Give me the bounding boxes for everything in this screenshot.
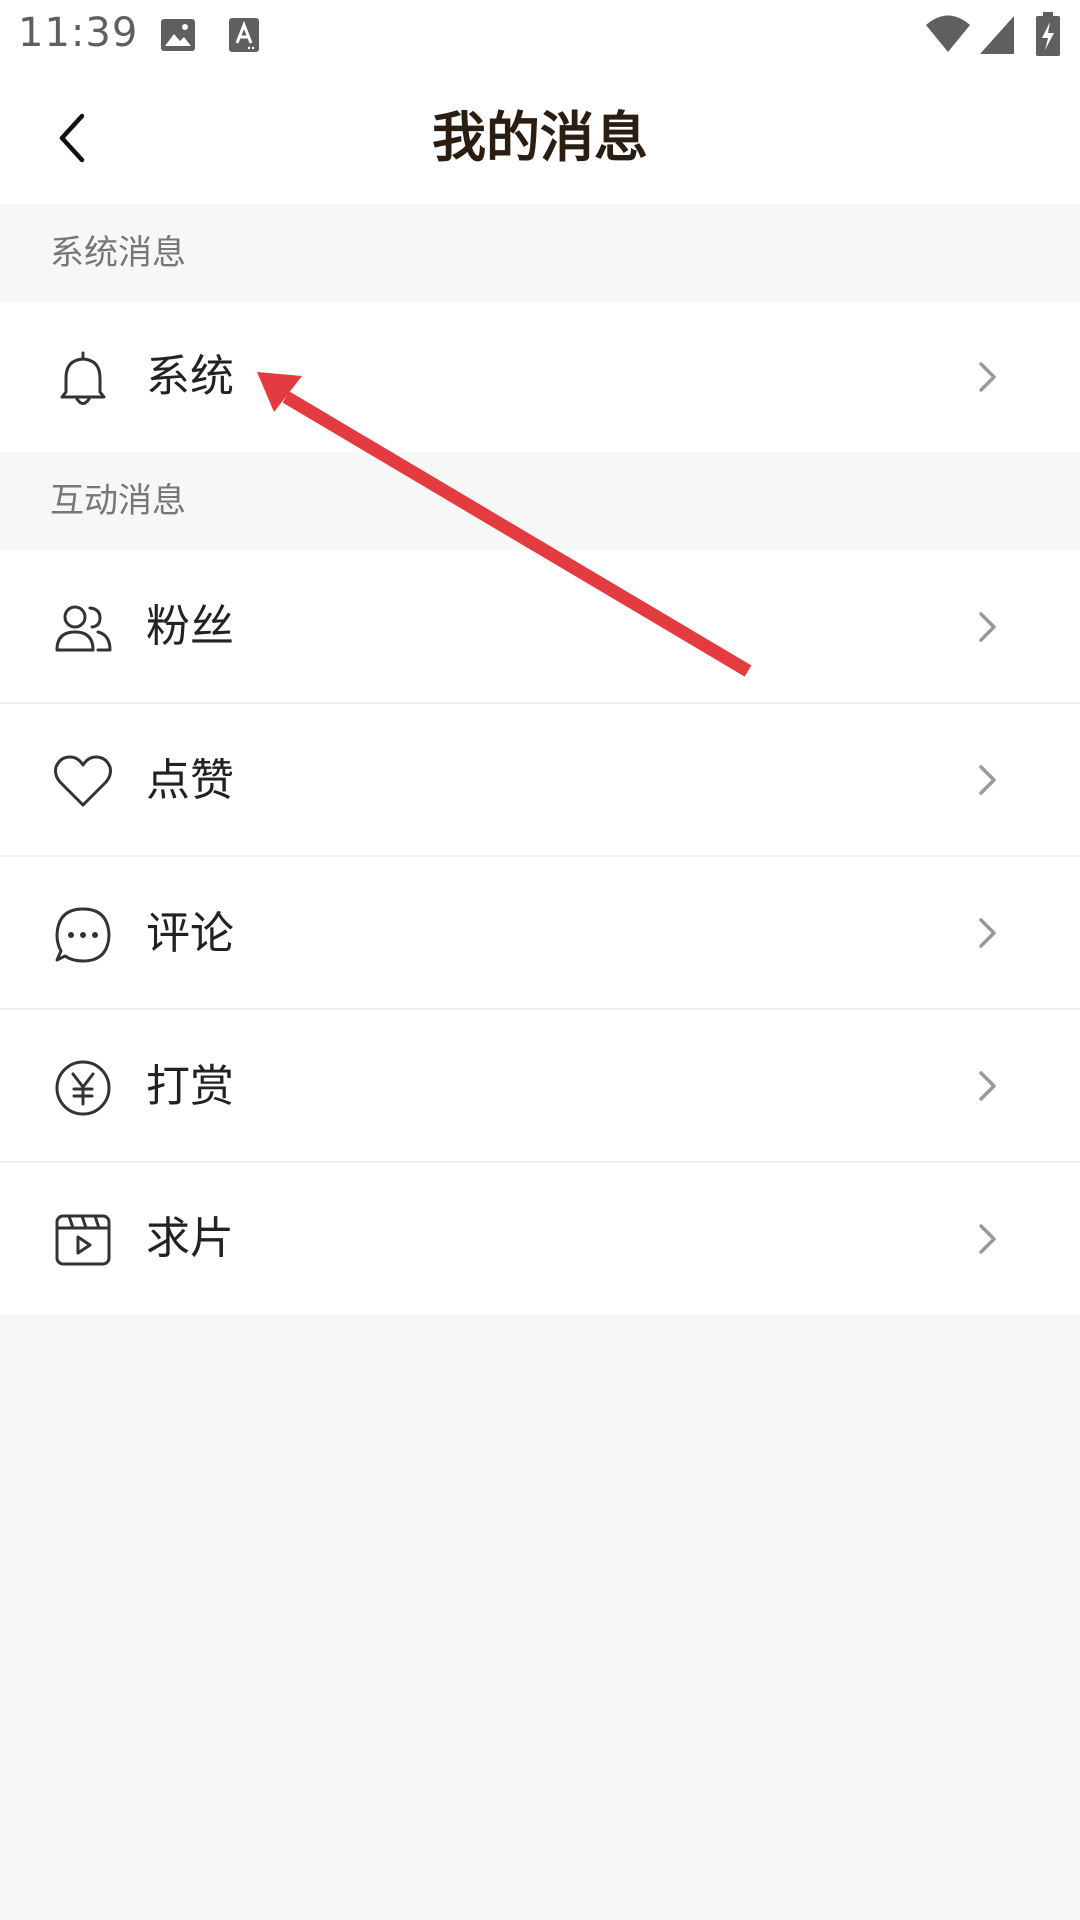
chevron-right-icon	[976, 915, 1000, 951]
list-item-label: 打赏	[146, 1061, 234, 1112]
list-item-label: 求片	[146, 1213, 234, 1264]
section-header-system: 系统消息	[0, 204, 1080, 302]
text-a-icon	[228, 17, 260, 53]
list-item-label: 系统	[146, 351, 234, 402]
status-bar: 11:39	[0, 0, 1080, 72]
list-item-label: 粉丝	[146, 601, 234, 652]
chevron-right-icon	[976, 609, 1000, 645]
screen: 11:39 我的消息 系统消息 系统 互动消息 粉丝 点赞 评论 打赏 求片	[0, 0, 1080, 1920]
list-item-likes[interactable]: 点赞	[0, 704, 1080, 857]
video-request-icon	[52, 1209, 114, 1271]
bell-icon	[52, 348, 114, 410]
heart-icon	[52, 751, 114, 813]
chevron-right-icon	[976, 1068, 1000, 1104]
list-item-rewards[interactable]: 打赏	[0, 1010, 1080, 1163]
back-button[interactable]	[36, 102, 108, 174]
cellular-signal-icon	[980, 16, 1014, 54]
image-icon	[160, 18, 196, 52]
app-bar: 我的消息	[0, 72, 1080, 204]
back-arrow-icon	[59, 113, 85, 163]
list-item-system[interactable]: 系统	[0, 302, 1080, 452]
list-item-comments[interactable]: 评论	[0, 857, 1080, 1010]
battery-charging-icon	[1036, 12, 1060, 56]
page-title: 我的消息	[432, 106, 648, 169]
comment-icon	[52, 904, 114, 966]
list-item-fans[interactable]: 粉丝	[0, 550, 1080, 704]
chevron-right-icon	[976, 1221, 1000, 1257]
list-item-video-requests[interactable]: 求片	[0, 1163, 1080, 1315]
chevron-right-icon	[976, 359, 1000, 395]
wifi-icon	[924, 14, 972, 54]
list-item-label: 点赞	[146, 755, 234, 806]
yuan-coin-icon	[52, 1057, 114, 1119]
fans-icon	[52, 598, 114, 660]
status-time: 11:39	[18, 10, 139, 56]
list-item-label: 评论	[146, 908, 234, 959]
chevron-right-icon	[976, 762, 1000, 798]
section-header-interaction: 互动消息	[0, 452, 1080, 550]
